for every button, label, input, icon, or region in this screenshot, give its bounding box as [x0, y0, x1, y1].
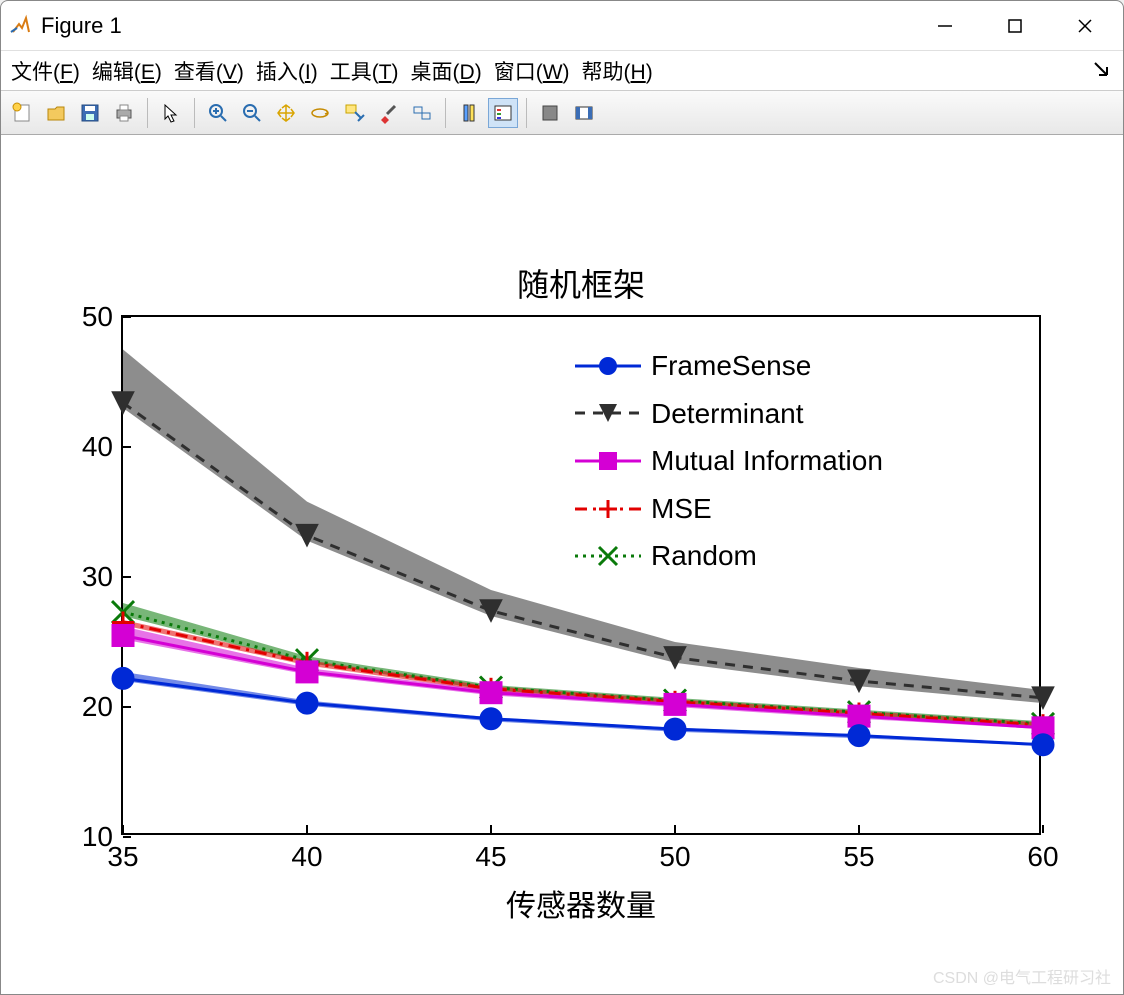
menu-bar: 文件(F) 编辑(E) 查看(V) 插入(I) 工具(T) 桌面(D) 窗口(W…	[1, 51, 1123, 91]
maximize-button[interactable]	[995, 11, 1035, 41]
show-plot-tools-button[interactable]	[569, 98, 599, 128]
rotate3d-button[interactable]	[305, 98, 335, 128]
x-axis-label: 传感器数量	[506, 881, 656, 925]
zoom-in-button[interactable]	[203, 98, 233, 128]
legend-label: MSE	[651, 485, 712, 533]
x-tick-label: 55	[843, 833, 874, 873]
pointer-button[interactable]	[156, 98, 186, 128]
dock-arrow-icon[interactable]	[1093, 61, 1111, 84]
menu-view[interactable]: 查看(V)	[174, 56, 244, 86]
y-tick-label: 50	[82, 301, 123, 333]
title-bar: Figure 1	[1, 1, 1123, 51]
legend-entry[interactable]: Determinant	[573, 390, 883, 438]
menu-edit[interactable]: 编辑(E)	[92, 56, 162, 86]
watermark-text: CSDN @电气工程研习社	[933, 964, 1111, 988]
new-figure-button[interactable]	[7, 98, 37, 128]
save-button[interactable]	[75, 98, 105, 128]
window-title: Figure 1	[41, 13, 925, 39]
x-tick-label: 35	[107, 833, 138, 873]
chart-title: 随机框架	[517, 260, 645, 306]
menu-desktop[interactable]: 桌面(D)	[411, 56, 482, 86]
axes-box: FrameSenseDeterminantMutual InformationM…	[121, 315, 1041, 835]
window-controls	[925, 11, 1105, 41]
matlab-icon	[9, 14, 33, 38]
brush-button[interactable]	[373, 98, 403, 128]
close-button[interactable]	[1065, 11, 1105, 41]
legend-label: Determinant	[651, 390, 804, 438]
menu-help[interactable]: 帮助(H)	[582, 56, 653, 86]
legend-label: Random	[651, 532, 757, 580]
open-button[interactable]	[41, 98, 71, 128]
print-button[interactable]	[109, 98, 139, 128]
data-cursor-button[interactable]	[339, 98, 369, 128]
legend-entry[interactable]: Mutual Information	[573, 437, 883, 485]
menu-file[interactable]: 文件(F)	[11, 56, 80, 86]
link-button[interactable]	[407, 98, 437, 128]
axes[interactable]: 随机框架 标准化 MSE [dB] 传感器数量 FrameSenseDeterm…	[121, 315, 1041, 835]
figure-canvas[interactable]: 随机框架 标准化 MSE [dB] 传感器数量 FrameSenseDeterm…	[1, 135, 1123, 994]
legend-button[interactable]	[488, 98, 518, 128]
x-tick-label: 60	[1027, 833, 1058, 873]
legend-entry[interactable]: Random	[573, 532, 883, 580]
menu-window[interactable]: 窗口(W)	[494, 56, 570, 86]
x-tick-label: 45	[475, 833, 506, 873]
hide-plot-tools-button[interactable]	[535, 98, 565, 128]
legend-entry[interactable]: FrameSense	[573, 342, 883, 390]
menu-insert[interactable]: 插入(I)	[256, 56, 318, 86]
figure-window: Figure 1 文件(F) 编辑(E) 查看(V) 插入(I) 工具(T) 桌…	[0, 0, 1124, 995]
y-tick-label: 30	[82, 561, 123, 593]
x-tick-label: 50	[659, 833, 690, 873]
legend-entry[interactable]: MSE	[573, 485, 883, 533]
menu-tools[interactable]: 工具(T)	[330, 56, 399, 86]
legend-label: FrameSense	[651, 342, 811, 390]
x-tick-label: 40	[291, 833, 322, 873]
colorbar-button[interactable]	[454, 98, 484, 128]
zoom-out-button[interactable]	[237, 98, 267, 128]
legend-label: Mutual Information	[651, 437, 883, 485]
figure-toolbar	[1, 91, 1123, 135]
y-tick-label: 20	[82, 691, 123, 723]
legend-box[interactable]: FrameSenseDeterminantMutual InformationM…	[573, 342, 883, 580]
pan-button[interactable]	[271, 98, 301, 128]
minimize-button[interactable]	[925, 11, 965, 41]
y-tick-label: 40	[82, 431, 123, 463]
